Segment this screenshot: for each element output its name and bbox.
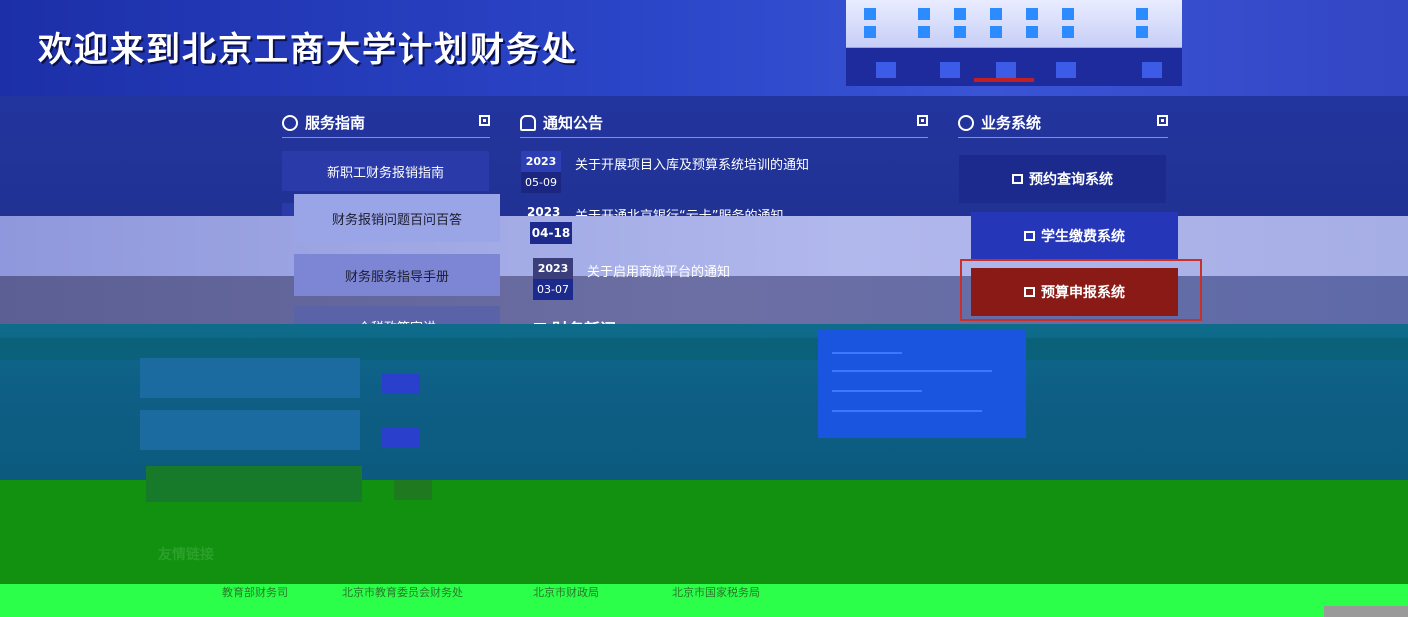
- selection-frame: [960, 259, 1202, 321]
- target-icon: [958, 114, 974, 131]
- notice-title[interactable]: 关于启用商旅平台的通知: [587, 261, 730, 280]
- door-decoration: [940, 62, 960, 78]
- site-header: 欢迎来到北京工商大学计划财务处: [0, 0, 1408, 96]
- layers-icon: [1012, 174, 1023, 184]
- card-icon: [1024, 231, 1035, 241]
- student-payment-system-button[interactable]: 学生缴费系统: [971, 212, 1178, 260]
- friend-link[interactable]: 北京市财政局: [533, 584, 599, 600]
- service-item-new-staff-guide[interactable]: 新职工财务报销指南: [282, 151, 489, 191]
- window-decoration: [864, 26, 876, 38]
- window-decoration: [1136, 26, 1148, 38]
- friend-links-title: 友情链接: [158, 547, 214, 563]
- service-item-manual[interactable]: 财务服务指导手册: [294, 254, 500, 296]
- list-item[interactable]: [140, 410, 360, 450]
- window-decoration: [990, 8, 1002, 20]
- window-decoration: [954, 26, 966, 38]
- scroll-corner: [1324, 606, 1408, 617]
- window-decoration: [990, 26, 1002, 38]
- system-label: 学生缴费系统: [1041, 229, 1125, 245]
- service-item-label: 新职工财务报销指南: [326, 165, 444, 181]
- notices-title: 通知公告: [543, 114, 604, 132]
- notice-title[interactable]: 关于开展项目入库及预算系统培训的通知: [575, 154, 809, 173]
- business-systems-header: 业务系统: [958, 108, 1168, 138]
- more-icon[interactable]: [917, 115, 928, 126]
- service-item-label: 财务服务指导手册: [344, 269, 449, 285]
- red-stripe: [974, 78, 1034, 82]
- window-decoration: [1136, 8, 1148, 20]
- notice-date-badge: 2023 05-09: [521, 151, 561, 193]
- text-line: [832, 352, 902, 354]
- notice-date: 05-09: [521, 172, 561, 193]
- date-chip: [382, 374, 420, 394]
- notice-year: 2023: [521, 151, 561, 172]
- compass-icon: [282, 114, 298, 131]
- text-line: [832, 370, 992, 372]
- door-decoration: [876, 62, 896, 78]
- list-item[interactable]: [140, 358, 360, 398]
- notice-item[interactable]: 2023 03-07 关于启用商旅平台的通知: [533, 258, 833, 302]
- service-guide-header: 服务指南: [282, 108, 490, 138]
- door-decoration: [1056, 62, 1076, 78]
- notice-date: 04-18: [530, 222, 572, 244]
- service-item-faq-overlay[interactable]: 财务报销问题百问百答: [294, 194, 500, 242]
- friend-links: 教育部财务司 北京市教育委员会财务处 北京市财政局 北京市国家税务局: [0, 582, 1408, 602]
- window-decoration: [1026, 26, 1038, 38]
- friend-link[interactable]: 北京市国家税务局: [672, 584, 760, 600]
- window-decoration: [918, 8, 930, 20]
- news-highlight-panel[interactable]: [818, 330, 1026, 438]
- window-decoration: [1026, 8, 1038, 20]
- booking-query-system-button[interactable]: 预约查询系统: [959, 155, 1166, 203]
- business-systems-title: 业务系统: [981, 114, 1042, 132]
- site-title: 欢迎来到北京工商大学计划财务处: [38, 30, 578, 70]
- window-decoration: [954, 8, 966, 20]
- window-decoration: [918, 26, 930, 38]
- window-decoration: [1062, 8, 1074, 20]
- window-decoration: [1062, 26, 1074, 38]
- list-item[interactable]: [146, 466, 362, 502]
- page: 欢迎来到北京工商大学计划财务处 服务指南 新职工财务报销指南 通知公告 2023…: [0, 0, 1408, 617]
- notice-date-badge: 2023 03-07: [533, 258, 573, 300]
- window-decoration: [864, 8, 876, 20]
- door-decoration: [996, 62, 1016, 78]
- service-item-label: 财务报销问题百问百答: [331, 212, 462, 228]
- notice-date: 03-07: [533, 279, 573, 300]
- bell-icon: [520, 114, 536, 131]
- date-chip: [394, 480, 432, 500]
- service-guide-title: 服务指南: [305, 114, 366, 132]
- friend-link[interactable]: 教育部财务司: [222, 584, 288, 600]
- more-icon[interactable]: [1157, 115, 1168, 126]
- text-line: [832, 390, 922, 392]
- text-line: [832, 410, 982, 412]
- notices-header: 通知公告: [520, 108, 928, 138]
- notice-item[interactable]: 2023 05-09 关于开展项目入库及预算系统培训的通知: [521, 151, 921, 195]
- overlay-band: [0, 338, 1408, 360]
- date-chip: [382, 428, 420, 448]
- building-image: [846, 0, 1182, 86]
- friend-link[interactable]: 北京市教育委员会财务处: [342, 584, 463, 600]
- more-icon[interactable]: [479, 115, 490, 126]
- door-decoration: [1142, 62, 1162, 78]
- notice-year: 2023: [533, 258, 573, 279]
- system-label: 预约查询系统: [1029, 172, 1113, 188]
